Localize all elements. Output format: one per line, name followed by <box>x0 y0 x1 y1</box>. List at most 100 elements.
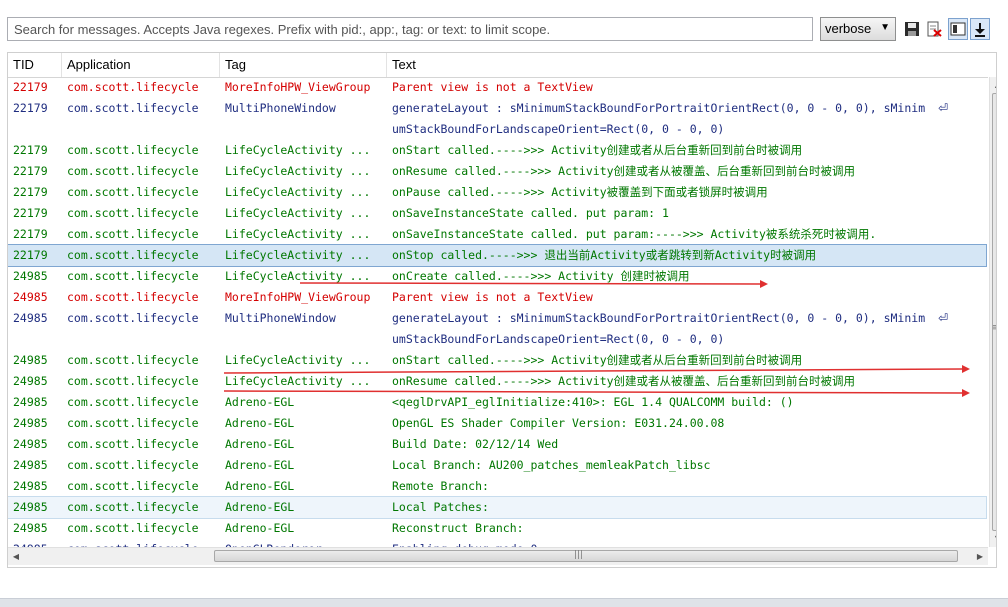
log-tid: 24985 <box>13 437 48 451</box>
scroll-to-end-icon <box>972 21 988 37</box>
log-application: com.scott.lifecycle <box>67 416 199 430</box>
log-level-select[interactable]: verbose ▼ <box>820 17 896 41</box>
log-tag: LifeCycleActivity ... <box>225 269 371 283</box>
log-tid: 22179 <box>13 227 48 241</box>
log-text: OpenGL ES Shader Compiler Version: E031.… <box>392 416 725 430</box>
log-application: com.scott.lifecycle <box>67 269 199 283</box>
table-row[interactable]: 24985 com.scott.lifecycle LifeCycleActivit… <box>8 371 986 392</box>
scroll-lock-button[interactable] <box>948 18 968 40</box>
scroll-up-icon[interactable]: ▲ <box>990 77 996 93</box>
column-header-application[interactable]: Application <box>62 53 220 77</box>
table-row[interactable]: 24985 com.scott.lifecycle MoreInfoHPW_View… <box>8 287 986 308</box>
column-header-text[interactable]: Text <box>387 53 988 77</box>
table-row[interactable]: 22179 com.scott.lifecycle LifeCycleActivit… <box>8 161 986 182</box>
log-application: com.scott.lifecycle <box>67 437 199 451</box>
table-row[interactable]: 24985 com.scott.lifecycle Adreno-EGL <qeglD… <box>8 392 986 413</box>
save-icon <box>904 21 920 37</box>
log-tid: 22179 <box>13 80 48 94</box>
clear-log-button[interactable] <box>924 18 944 40</box>
log-tag: Adreno-EGL <box>225 395 295 409</box>
log-text: Parent view is not a TextView <box>392 80 593 94</box>
log-text: onPause called.---->>> Activity被覆盖到下面或者锁… <box>392 185 768 199</box>
log-application: com.scott.lifecycle <box>67 458 199 472</box>
log-tid: 22179 <box>13 164 48 178</box>
vertical-scrollbar[interactable]: ▲ ≡ ▼ <box>989 77 996 547</box>
log-tid: 24985 <box>13 521 48 535</box>
table-row[interactable]: 24985 com.scott.lifecycle Adreno-EGL Remote… <box>8 476 986 497</box>
horizontal-scroll-thumb[interactable] <box>214 550 958 562</box>
clear-log-icon <box>926 21 942 37</box>
log-tag: Adreno-EGL <box>225 500 295 514</box>
log-text: Remote Branch: <box>392 479 489 493</box>
search-input[interactable] <box>7 17 813 41</box>
table-row[interactable]: 24985 com.scott.lifecycle Adreno-EGL Local … <box>8 496 987 519</box>
table-row[interactable]: 24985 com.scott.lifecycle Adreno-EGL Recons… <box>8 518 986 539</box>
log-text: onResume called.---->>> Activity创建或者从被覆盖… <box>392 374 856 388</box>
log-text: generateLayout : sMinimumStackBoundForPo… <box>392 101 926 115</box>
table-row[interactable]: 22179 com.scott.lifecycle LifeCycleActivit… <box>8 244 987 267</box>
log-tid: 22179 <box>13 143 48 157</box>
log-tid: 24985 <box>13 458 48 472</box>
log-tag: MultiPhoneWindow <box>225 101 336 115</box>
vertical-scroll-thumb[interactable] <box>992 93 996 531</box>
scroll-right-icon[interactable]: ▶ <box>972 548 988 565</box>
grip-icon: ||| <box>574 550 584 560</box>
table-row[interactable]: 24985 com.scott.lifecycle Adreno-EGL OpenGL… <box>8 413 986 434</box>
log-application: com.scott.lifecycle <box>67 500 199 514</box>
log-application: com.scott.lifecycle <box>67 395 199 409</box>
grip-icon: ≡ <box>992 323 996 333</box>
column-header-tid[interactable]: TID <box>8 53 62 77</box>
log-tid: 22179 <box>13 206 48 220</box>
log-tag: Adreno-EGL <box>225 479 295 493</box>
log-tag: MoreInfoHPW_ViewGroup <box>225 290 371 304</box>
log-tag: Adreno-EGL <box>225 458 295 472</box>
table-row[interactable]: 24985 com.scott.lifecycle LifeCycleActivit… <box>8 266 986 287</box>
log-tag: LifeCycleActivity ... <box>225 143 371 157</box>
log-application: com.scott.lifecycle <box>67 80 199 94</box>
scroll-to-end-button[interactable] <box>970 18 990 40</box>
table-row[interactable]: 22179 com.scott.lifecycle LifeCycleActivit… <box>8 140 986 161</box>
log-text: Local Branch: AU200_patches_memleakPatch… <box>392 458 711 472</box>
table-row[interactable]: 22179 com.scott.lifecycle LifeCycleActivit… <box>8 203 986 224</box>
log-application: com.scott.lifecycle <box>67 374 199 388</box>
log-tag: LifeCycleActivity ... <box>225 374 371 388</box>
log-text: onStart called.---->>> Activity创建或者从后台重新… <box>392 353 803 367</box>
scroll-left-icon[interactable]: ◀ <box>8 548 24 565</box>
logcat-toolbar: verbose ▼ <box>0 0 1008 52</box>
line-wrap-icon: ⏎ <box>938 311 949 325</box>
log-tag: LifeCycleActivity ... <box>225 164 371 178</box>
log-tid: 22179 <box>13 248 48 262</box>
save-button[interactable] <box>902 18 922 40</box>
logcat-table: TID Application Tag Text 22179 com.scott.… <box>7 52 997 568</box>
table-row[interactable]: 22179 com.scott.lifecycle MoreInfoHPW_View… <box>8 77 986 98</box>
log-tag: Adreno-EGL <box>225 521 295 535</box>
log-row-continuation[interactable]: umStackBoundForLandscapeOrient=Rect(0, 0… <box>8 119 986 140</box>
log-tid: 24985 <box>13 269 48 283</box>
log-application: com.scott.lifecycle <box>67 290 199 304</box>
log-text: generateLayout : sMinimumStackBoundForPo… <box>392 311 926 325</box>
table-row[interactable]: 24985 com.scott.lifecycle Adreno-EGL Build … <box>8 434 986 455</box>
log-tag: LifeCycleActivity ... <box>225 185 371 199</box>
log-row-continuation[interactable]: umStackBoundForLandscapeOrient=Rect(0, 0… <box>8 329 986 350</box>
horizontal-scrollbar[interactable]: ◀ ||| ▶ <box>8 547 988 565</box>
log-text: onCreate called.---->>> Activity 创建时被调用 <box>392 269 690 283</box>
table-row[interactable]: 22179 com.scott.lifecycle MultiPhoneWindow… <box>8 98 986 119</box>
log-text: Local Patches: <box>392 500 489 514</box>
table-row[interactable]: 22179 com.scott.lifecycle LifeCycleActivit… <box>8 182 986 203</box>
log-tid: 24985 <box>13 290 48 304</box>
log-text: onSaveInstanceState called. put param:--… <box>392 227 877 241</box>
log-application: com.scott.lifecycle <box>67 353 199 367</box>
log-text: onSaveInstanceState called. put param: 1 <box>392 206 669 220</box>
table-row[interactable]: 24985 com.scott.lifecycle Adreno-EGL Local … <box>8 455 986 476</box>
log-tid: 22179 <box>13 101 48 115</box>
log-tid: 24985 <box>13 353 48 367</box>
log-text: Reconstruct Branch: <box>392 521 524 535</box>
log-application: com.scott.lifecycle <box>67 521 199 535</box>
column-header-tag[interactable]: Tag <box>220 53 387 77</box>
scroll-down-icon[interactable]: ▼ <box>990 531 996 547</box>
table-row[interactable]: 24985 com.scott.lifecycle LifeCycleActivit… <box>8 350 986 371</box>
table-row[interactable]: 24985 com.scott.lifecycle MultiPhoneWindow… <box>8 308 986 329</box>
scroll-lock-icon <box>950 21 966 37</box>
table-row[interactable]: 22179 com.scott.lifecycle LifeCycleActivit… <box>8 224 986 245</box>
log-application: com.scott.lifecycle <box>67 164 199 178</box>
